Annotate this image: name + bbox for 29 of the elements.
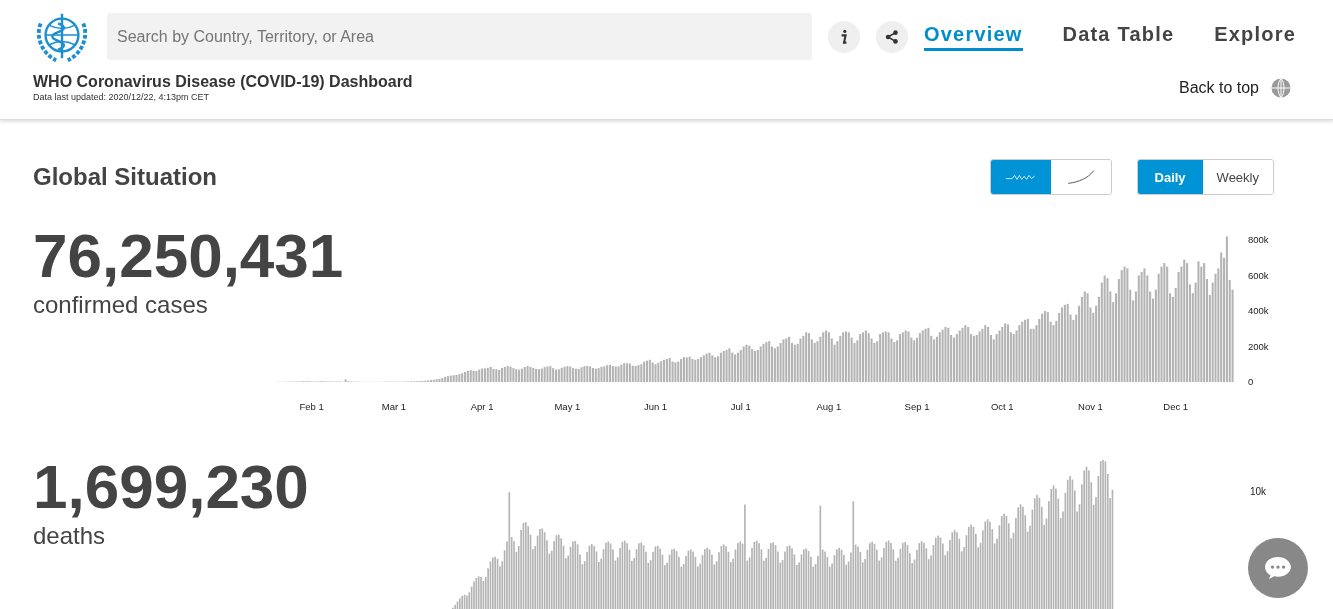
section-title: Global Situation — [33, 163, 218, 191]
axis-tick-label: 0 — [1248, 376, 1254, 388]
axis-tick-label: Sep 1 — [904, 401, 930, 412]
metric-label: deaths — [33, 522, 106, 550]
dashboard-title: WHO Coronavirus Disease (COVID-19) Dashboard — [33, 73, 414, 91]
axis-tick-label: 10k — [1250, 486, 1267, 497]
axis-tick-label: 800k — [1248, 234, 1269, 246]
axis-tick-label: Nov 1 — [1078, 401, 1103, 412]
nav-tab[interactable]: Data Table — [1062, 22, 1175, 51]
metric-label: confirmed cases — [33, 291, 208, 319]
axis-tick-label: Feb 1 — [299, 401, 324, 412]
metric-value: 76,250,431 — [33, 221, 344, 291]
axis-tick-label: 200k — [1248, 340, 1269, 352]
nav-tab[interactable]: Explore — [1214, 22, 1296, 51]
axis-tick-label: May 1 — [554, 401, 581, 412]
axis-tick-label: Oct 1 — [990, 401, 1014, 412]
metric-value: 1,699,230 — [33, 452, 309, 522]
axis-tick-label: Jun 1 — [643, 401, 668, 412]
last-updated-text: Data last updated: 2020/12/22, 4:13pm CET — [33, 92, 211, 102]
axis-tick-label: Jul 1 — [730, 401, 751, 412]
nav-tab[interactable]: Overview — [924, 22, 1023, 51]
axis-tick-label: Dec 1 — [1163, 401, 1189, 412]
axis-tick-label: 400k — [1248, 305, 1269, 317]
axis-tick-label: Aug 1 — [816, 401, 842, 412]
axis-tick-label: Apr 1 — [470, 401, 494, 412]
axis-tick-label: Mar 1 — [381, 401, 407, 412]
back-to-top-link[interactable]: Back to top — [1178, 78, 1259, 97]
search-field[interactable]: Search by Country, Territory, or Area — [107, 13, 812, 60]
axis-tick-label: 600k — [1248, 269, 1269, 281]
